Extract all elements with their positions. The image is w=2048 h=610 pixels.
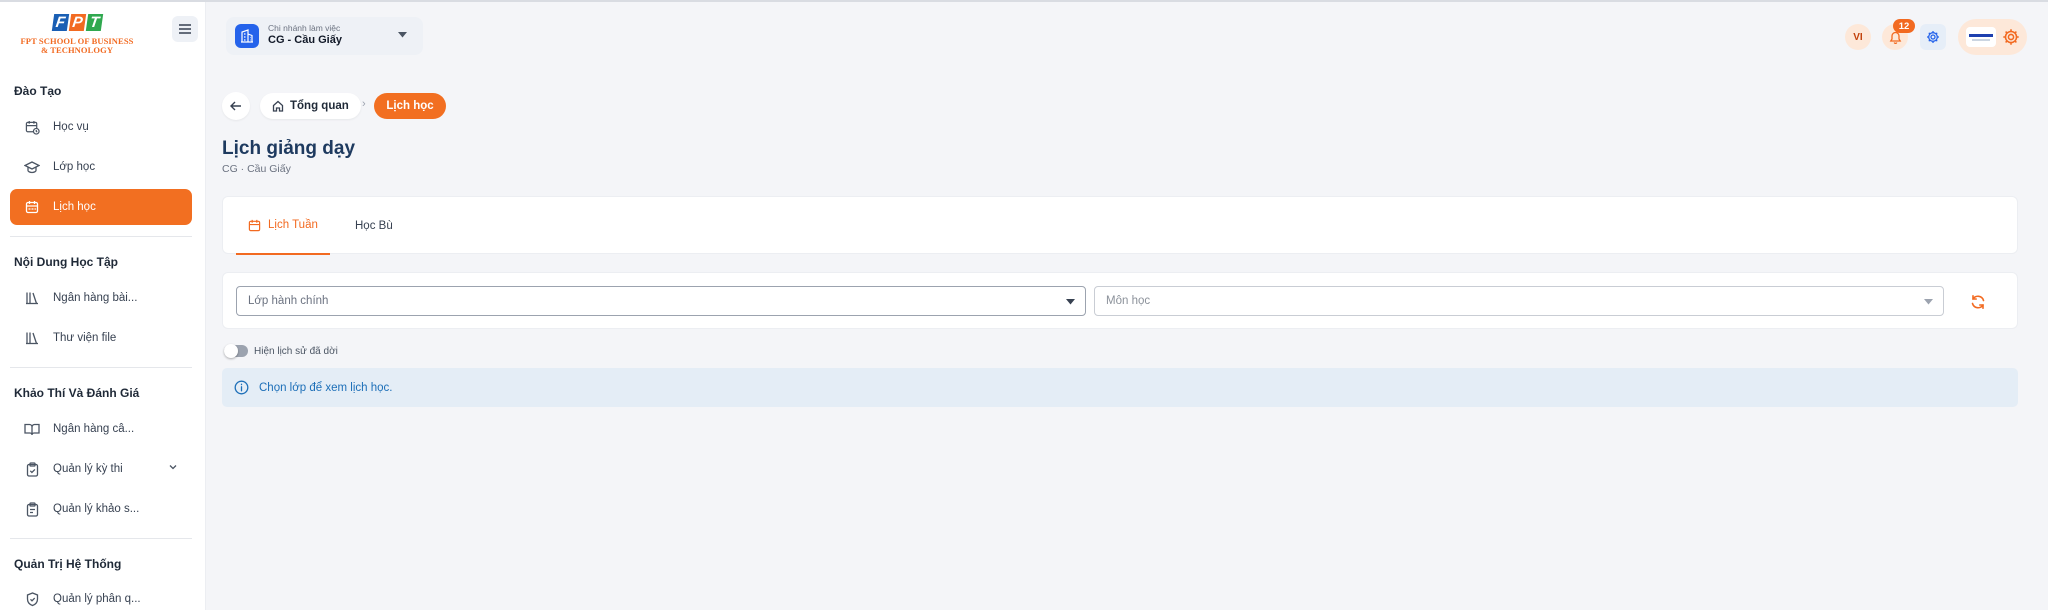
section-title-noi-dung: Nội Dung Học Tập bbox=[14, 255, 118, 269]
chevron-down-icon[interactable] bbox=[168, 462, 178, 472]
tab-label: Học Bù bbox=[355, 220, 393, 232]
history-toggle[interactable] bbox=[224, 344, 248, 358]
settings-button[interactable] bbox=[1920, 24, 1946, 50]
branch-caption: Chi nhánh làm việc bbox=[268, 23, 341, 33]
fpt-logo-mark: F P T bbox=[51, 14, 140, 31]
calendar-icon bbox=[248, 219, 261, 232]
tab-label: Lịch Tuần bbox=[268, 219, 318, 231]
sidebar-item-quan-ly-khao-sat[interactable]: Quản lý khảo s... bbox=[10, 491, 192, 527]
info-message: Chọn lớp để xem lịch học. bbox=[259, 381, 393, 394]
library-icon bbox=[24, 330, 40, 346]
caret-down-icon bbox=[1066, 299, 1075, 305]
refresh-button[interactable] bbox=[1967, 291, 1989, 313]
arrow-left-icon bbox=[230, 101, 241, 111]
tab-hoc-bu[interactable]: Học Bù bbox=[349, 197, 399, 255]
sidebar-item-lop-hoc[interactable]: Lớp học bbox=[10, 149, 192, 185]
page-title: Lịch giảng dạy bbox=[222, 138, 356, 159]
sidebar-item-quan-ly-ky-thi[interactable]: Quản lý kỳ thi bbox=[10, 451, 192, 487]
shield-icon bbox=[24, 591, 40, 607]
sidebar-item-ngan-hang-bai[interactable]: Ngân hàng bài... bbox=[10, 280, 192, 316]
hamburger-icon bbox=[179, 24, 191, 34]
calendar-clock-icon bbox=[24, 119, 40, 135]
building-icon bbox=[235, 24, 259, 48]
sidebar-item-ngan-hang-cau[interactable]: Ngân hàng câ... bbox=[10, 411, 192, 447]
fpt-school-logo[interactable]: F P T FPT SCHOOL OF BUSINESS & TECHNOLOG… bbox=[14, 14, 140, 62]
book-open-icon bbox=[24, 421, 40, 437]
user-profile-button[interactable] bbox=[1958, 19, 2027, 55]
class-select-placeholder: Lớp hành chính bbox=[248, 295, 329, 307]
tab-lich-tuan[interactable]: Lịch Tuần bbox=[236, 197, 330, 255]
sidebar-item-label: Lớp học bbox=[53, 161, 96, 173]
info-alert: Chọn lớp để xem lịch học. bbox=[222, 368, 2018, 407]
sidebar-item-label: Ngân hàng bài... bbox=[53, 292, 138, 304]
language-switcher[interactable]: VI bbox=[1845, 24, 1871, 50]
branch-name: CG - Cầu Giấy bbox=[268, 34, 342, 46]
sidebar-item-lich-hoc[interactable]: Lịch học bbox=[10, 189, 192, 225]
notification-count-badge: 12 bbox=[1893, 19, 1915, 33]
clipboard-list-icon bbox=[24, 501, 40, 517]
avatar bbox=[1966, 27, 1996, 47]
subject-select[interactable]: Môn học bbox=[1094, 286, 1944, 316]
caret-down-icon bbox=[398, 32, 407, 38]
sidebar-item-label: Thư viện file bbox=[53, 332, 117, 344]
breadcrumb-home[interactable]: Tổng quan bbox=[260, 93, 361, 119]
calendar-icon bbox=[24, 199, 40, 215]
class-select[interactable]: Lớp hành chính bbox=[236, 286, 1086, 316]
sidebar-item-quan-ly-phan-quyen[interactable]: Quản lý phân q... bbox=[10, 581, 192, 610]
refresh-icon bbox=[1971, 295, 1985, 309]
logo-letter-f: F bbox=[51, 14, 70, 31]
sidebar-item-label: Quản lý kỳ thi bbox=[53, 463, 123, 475]
sidebar-item-label: Lịch học bbox=[53, 201, 96, 213]
breadcrumb-current: Lịch học bbox=[374, 93, 446, 119]
clipboard-check-icon bbox=[24, 461, 40, 477]
history-toggle-label: Hiện lịch sử đã dời bbox=[254, 345, 338, 357]
graduation-cap-icon bbox=[24, 159, 40, 175]
breadcrumb-separator: › bbox=[362, 98, 366, 110]
page-subtitle: CG · Cầu Giấy bbox=[222, 163, 291, 175]
sidebar-item-hoc-vu[interactable]: Học vụ bbox=[10, 109, 192, 145]
menu-toggle-button[interactable] bbox=[172, 16, 198, 42]
sidebar: F P T FPT SCHOOL OF BUSINESS & TECHNOLOG… bbox=[0, 2, 206, 610]
info-icon bbox=[234, 380, 249, 395]
library-icon bbox=[24, 290, 40, 306]
gear-icon bbox=[1927, 31, 1939, 43]
logo-letter-t: T bbox=[85, 14, 104, 31]
tabs-card: Lịch Tuần Học Bù bbox=[222, 196, 2018, 255]
sidebar-divider bbox=[10, 538, 192, 539]
filter-card: Lớp hành chính Môn học bbox=[222, 272, 2018, 329]
gear-icon bbox=[2003, 29, 2019, 45]
subject-select-placeholder: Môn học bbox=[1106, 295, 1151, 307]
logo-letter-p: P bbox=[68, 14, 87, 31]
sidebar-item-label: Quản lý phân q... bbox=[53, 593, 141, 605]
branch-selector[interactable]: Chi nhánh làm việc CG - Cầu Giấy bbox=[226, 17, 423, 55]
sidebar-item-label: Ngân hàng câ... bbox=[53, 423, 135, 435]
history-toggle-row: Hiện lịch sử đã dời bbox=[224, 344, 338, 358]
sidebar-item-label: Quản lý khảo s... bbox=[53, 503, 140, 515]
home-icon bbox=[272, 100, 284, 112]
section-title-dao-tao: Đào Tạo bbox=[14, 84, 62, 98]
school-name-line2: & TECHNOLOGY bbox=[40, 45, 114, 55]
section-title-quan-tri: Quản Trị Hệ Thống bbox=[14, 557, 122, 571]
sidebar-divider bbox=[10, 236, 192, 237]
section-title-khao-thi: Khảo Thí Và Đánh Giá bbox=[14, 386, 140, 400]
caret-down-icon bbox=[1924, 299, 1933, 305]
school-name: FPT SCHOOL OF BUSINESS & TECHNOLOGY bbox=[14, 37, 140, 55]
breadcrumb-home-label: Tổng quan bbox=[290, 100, 349, 112]
sidebar-item-label: Học vụ bbox=[53, 121, 89, 133]
sidebar-divider bbox=[10, 367, 192, 368]
sidebar-item-thu-vien-file[interactable]: Thư viện file bbox=[10, 320, 192, 356]
top-border bbox=[0, 0, 2048, 2]
back-button[interactable] bbox=[222, 92, 250, 120]
